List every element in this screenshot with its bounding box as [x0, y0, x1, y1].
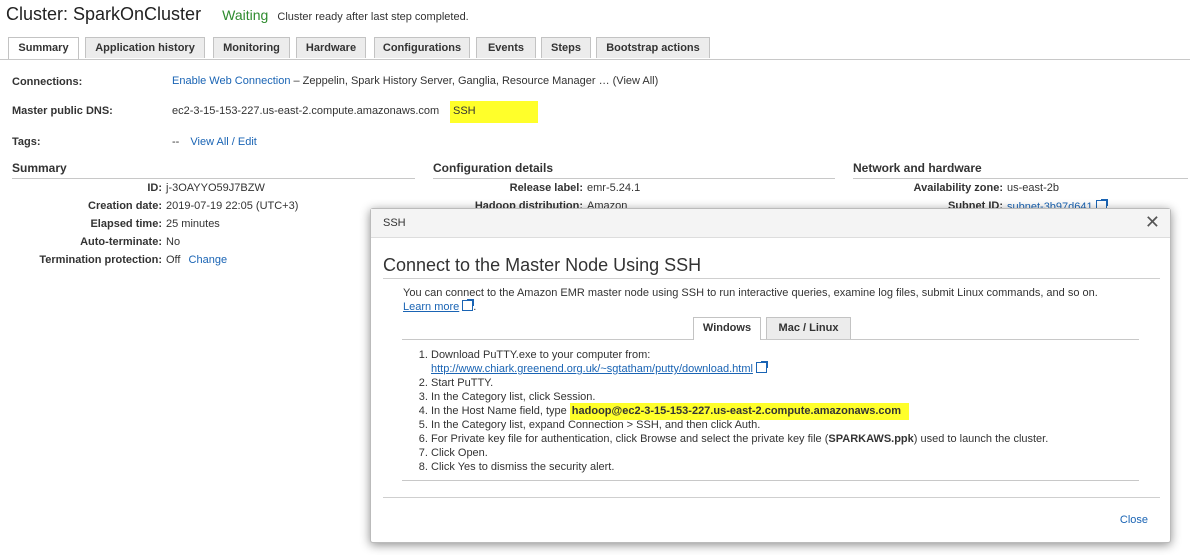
- dns-label: Master public DNS:: [12, 105, 113, 117]
- connections-value: Enable Web Connection – Zeppelin, Spark …: [172, 75, 658, 87]
- os-tab-divider: [402, 339, 1139, 340]
- enable-web-connection-link[interactable]: Enable Web Connection: [172, 75, 290, 87]
- external-link-icon: [462, 299, 475, 311]
- instructions-list: Download PuTTY.exe to your computer from…: [417, 348, 1048, 474]
- list-item: In the Category list, click Session.: [431, 390, 1048, 404]
- release-label: Release label:: [509, 182, 583, 194]
- key-file-name: SPARKAWS.ppk: [828, 433, 914, 445]
- summary-heading: Summary: [12, 161, 415, 179]
- modal-title: Connect to the Master Node Using SSH: [383, 255, 702, 275]
- intro-text: You can connect to the Amazon EMR master…: [403, 287, 1098, 299]
- summary-label-creation: Creation date:: [88, 200, 162, 212]
- modal-footer-divider: [383, 497, 1160, 498]
- list-item: For Private key file for authentication,…: [431, 432, 1048, 446]
- status-text: Waiting: [222, 7, 269, 23]
- list-item: Click Open.: [431, 446, 1048, 460]
- step-1-text: Download PuTTY.exe to your computer from…: [431, 349, 651, 361]
- summary-value-id: j-3OAYYO59J7BZW: [166, 182, 265, 194]
- putty-download-link[interactable]: http://www.chiark.greenend.org.uk/~sgtat…: [431, 363, 753, 375]
- external-link-icon: [755, 361, 768, 373]
- status-message: Cluster ready after last step completed.: [277, 11, 469, 23]
- tab-bar: Summary Application history Monitoring H…: [8, 37, 1190, 59]
- summary-value-creation: 2019-07-19 22:05 (UTC+3): [166, 200, 299, 212]
- cluster-header: Cluster: SparkOnCluster Waiting Cluster …: [6, 4, 469, 28]
- release-value: emr-5.24.1: [587, 182, 641, 194]
- summary-value-autoterminate: No: [166, 236, 181, 248]
- step-6-suffix: ) used to launch the cluster.: [913, 433, 1049, 445]
- tab-divider: [0, 59, 1190, 60]
- page-title: Cluster: SparkOnCluster: [6, 4, 202, 24]
- tab-events[interactable]: Events: [476, 37, 536, 58]
- learn-more-link[interactable]: Learn more: [403, 301, 459, 313]
- ssh-link[interactable]: SSH: [453, 105, 476, 117]
- tab-hardware[interactable]: Hardware: [296, 37, 366, 58]
- modal-header: SSH ✕: [371, 209, 1170, 238]
- dns-value: ec2-3-15-153-227.us-east-2.compute.amazo…: [172, 105, 440, 117]
- tags-value: -- View All / Edit: [172, 136, 257, 148]
- tab-steps[interactable]: Steps: [541, 37, 591, 58]
- tab-mac-linux[interactable]: Mac / Linux: [766, 317, 851, 339]
- summary-value-elapsed: 25 minutes: [166, 218, 220, 230]
- tags-label: Tags:: [12, 136, 41, 148]
- network-heading: Network and hardware: [853, 161, 1188, 179]
- modal-title-divider: [383, 278, 1160, 279]
- close-icon[interactable]: ✕: [1145, 212, 1160, 233]
- az-value: us-east-2b: [1007, 182, 1059, 194]
- termination-value: Off: [166, 254, 181, 266]
- summary-value-termination: Off Change: [166, 254, 227, 266]
- summary-label-termination: Termination protection:: [39, 254, 162, 266]
- list-item: Click Yes to dismiss the security alert.: [431, 460, 1048, 474]
- tab-configurations[interactable]: Configurations: [374, 37, 470, 58]
- ssh-modal: SSH ✕ Connect to the Master Node Using S…: [370, 208, 1171, 543]
- step-4-text: In the Host Name field, type: [431, 405, 570, 417]
- list-item: Download PuTTY.exe to your computer from…: [431, 348, 1048, 376]
- tags-view-edit-link[interactable]: View All / Edit: [190, 136, 256, 148]
- connections-label: Connections:: [12, 76, 83, 88]
- step-6-prefix: For Private key file for authentication,…: [431, 433, 829, 445]
- summary-label-elapsed: Elapsed time:: [90, 218, 162, 230]
- modal-header-title: SSH: [383, 217, 406, 229]
- tab-windows[interactable]: Windows: [693, 317, 761, 340]
- tab-summary[interactable]: Summary: [8, 37, 79, 59]
- summary-label-autoterminate: Auto-terminate:: [80, 236, 162, 248]
- tags-dash: --: [172, 136, 180, 148]
- tab-application-history[interactable]: Application history: [85, 37, 205, 58]
- az-label: Availability zone:: [913, 182, 1003, 194]
- list-item: In the Host Name field, type hadoop@ec2-…: [431, 403, 1048, 420]
- summary-label-id: ID:: [147, 182, 162, 194]
- steps-divider: [402, 480, 1139, 481]
- config-heading: Configuration details: [433, 161, 835, 179]
- modal-intro: You can connect to the Amazon EMR master…: [403, 287, 1098, 313]
- tab-bootstrap-actions[interactable]: Bootstrap actions: [596, 37, 710, 58]
- change-termination-link[interactable]: Change: [189, 254, 228, 266]
- close-button[interactable]: Close: [1120, 514, 1148, 526]
- connections-text: – Zeppelin, Spark History Server, Gangli…: [290, 75, 659, 87]
- list-item: Start PuTTY.: [431, 376, 1048, 390]
- list-item: In the Category list, expand Connection …: [431, 418, 1048, 432]
- tab-monitoring[interactable]: Monitoring: [213, 37, 290, 58]
